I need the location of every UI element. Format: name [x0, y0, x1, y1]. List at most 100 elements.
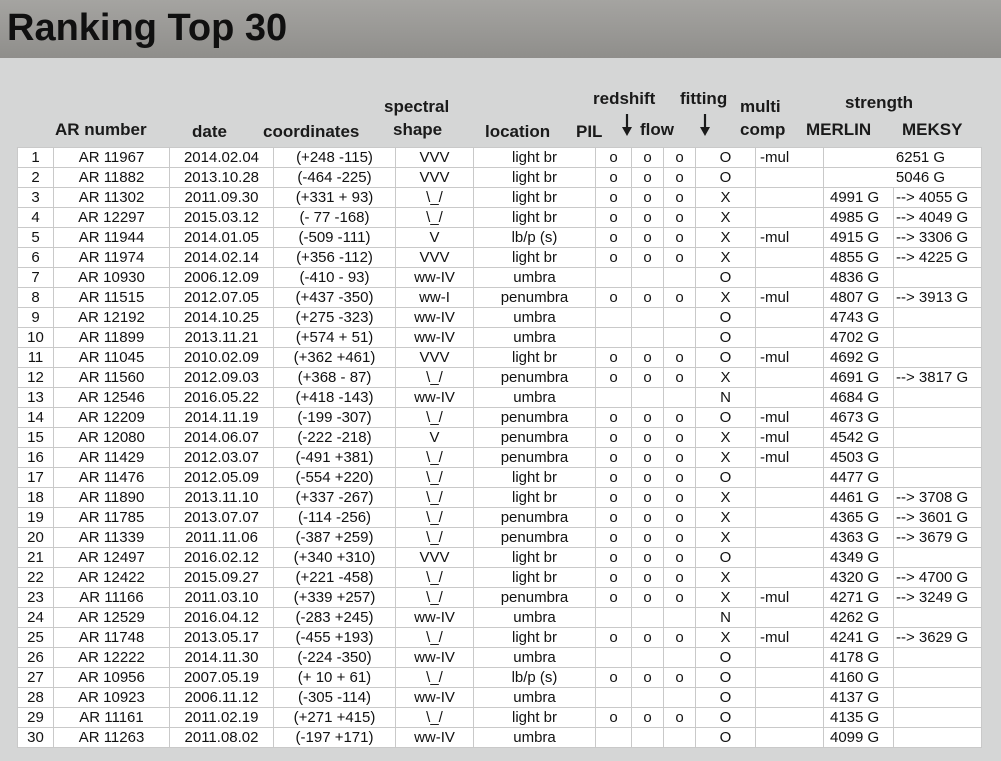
cell-date: 2016.02.12: [169, 547, 274, 568]
cell-location: umbra: [473, 647, 596, 668]
table-row: 1 AR 11967 2014.02.04 (+248 -115) VVV light b…: [17, 147, 982, 168]
header-location: location: [485, 122, 551, 141]
cell-merlin: 4137 G: [823, 687, 894, 708]
cell-meksy: [893, 647, 982, 668]
header-comp: comp: [740, 120, 786, 139]
header-merlin: MERLIN: [806, 120, 872, 139]
cell-spectral-shape: ww-IV: [395, 327, 474, 348]
cell-location: umbra: [473, 607, 596, 628]
cell-fitting: X: [695, 287, 756, 308]
cell-redshift: o: [631, 187, 664, 208]
cell-rank: 28: [17, 687, 54, 708]
cell-pil: [595, 267, 632, 288]
cell-redshift: [631, 307, 664, 328]
table-row: 21 AR 12497 2016.02.12 (+340 +310) VVV light …: [17, 547, 982, 568]
cell-rank: 15: [17, 427, 54, 448]
cell-pil: o: [595, 367, 632, 388]
cell-redshift: o: [631, 287, 664, 308]
cell-redshift: o: [631, 347, 664, 368]
cell-multi-comp: [755, 707, 824, 728]
cell-flow: [663, 687, 696, 708]
cell-multi-comp: [755, 687, 824, 708]
cell-ar-number: AR 12297: [53, 207, 170, 228]
cell-date: 2011.11.06: [169, 527, 274, 548]
cell-multi-comp: [755, 307, 824, 328]
table-row: 4 AR 12297 2015.03.12 (- 77 -168) \_/light b…: [17, 207, 982, 228]
cell-flow: [663, 607, 696, 628]
header-ar-number: AR number: [55, 120, 147, 139]
cell-pil: o: [595, 547, 632, 568]
cell-pil: [595, 607, 632, 628]
cell-fitting: O: [695, 347, 756, 368]
header-shape: shape: [393, 120, 443, 139]
cell-rank: 10: [17, 327, 54, 348]
cell-ar-number: AR 12080: [53, 427, 170, 448]
cell-flow: o: [663, 667, 696, 688]
cell-spectral-shape: \_/: [395, 407, 474, 428]
cell-redshift: o: [631, 367, 664, 388]
cell-multi-comp: -mul: [755, 587, 824, 608]
cell-spectral-shape: \_/: [395, 447, 474, 468]
table-row: 10 AR 11899 2013.11.21 (+574 + 51) ww-IV umbr…: [17, 327, 982, 348]
cell-coordinates: (-224 -350): [273, 647, 396, 668]
cell-location: light br: [473, 187, 596, 208]
cell-spectral-shape: \_/: [395, 527, 474, 548]
cell-ar-number: AR 11161: [53, 707, 170, 728]
cell-redshift: o: [631, 507, 664, 528]
cell-coordinates: (-199 -307): [273, 407, 396, 428]
table-row: 15 AR 12080 2014.06.07 (-222 -218) Vpenumbra…: [17, 427, 982, 448]
table-row: 30 AR 11263 2011.08.02 (-197 +171) ww-IV umbr…: [17, 727, 982, 748]
cell-date: 2006.11.12: [169, 687, 274, 708]
cell-date: 2010.02.09: [169, 347, 274, 368]
cell-location: penumbra: [473, 427, 596, 448]
cell-date: 2012.07.05: [169, 287, 274, 308]
cell-fitting: X: [695, 247, 756, 268]
cell-ar-number: AR 11974: [53, 247, 170, 268]
cell-fitting: X: [695, 207, 756, 228]
cell-redshift: o: [631, 587, 664, 608]
cell-merlin: 4363 G: [823, 527, 894, 548]
cell-redshift: o: [631, 227, 664, 248]
cell-fitting: O: [695, 687, 756, 708]
cell-redshift: o: [631, 407, 664, 428]
cell-redshift: o: [631, 547, 664, 568]
cell-flow: o: [663, 427, 696, 448]
table-row: 2 AR 11882 2013.10.28 (-464 -225) VVV light b…: [17, 167, 982, 188]
cell-ar-number: AR 10930: [53, 267, 170, 288]
cell-ar-number: AR 11748: [53, 627, 170, 648]
cell-rank: 4: [17, 207, 54, 228]
cell-strength: 6251 G: [823, 147, 982, 168]
header-multi: multi: [740, 97, 781, 116]
table-row: 29 AR 11161 2011.02.19 (+271 +415) \_/light …: [17, 707, 982, 728]
cell-spectral-shape: V: [395, 227, 474, 248]
cell-date: 2014.11.30: [169, 647, 274, 668]
cell-location: umbra: [473, 307, 596, 328]
cell-meksy: --> 3679 G: [893, 527, 982, 548]
cell-multi-comp: -mul: [755, 427, 824, 448]
cell-date: 2016.05.22: [169, 387, 274, 408]
cell-ar-number: AR 11560: [53, 367, 170, 388]
cell-location: light br: [473, 487, 596, 508]
cell-merlin: 4365 G: [823, 507, 894, 528]
cell-flow: o: [663, 567, 696, 588]
cell-fitting: O: [695, 707, 756, 728]
cell-merlin: 4099 G: [823, 727, 894, 748]
cell-pil: [595, 307, 632, 328]
cell-location: light br: [473, 207, 596, 228]
cell-coordinates: (+418 -143): [273, 387, 396, 408]
cell-meksy: [893, 707, 982, 728]
cell-fitting: O: [695, 327, 756, 348]
cell-merlin: 4320 G: [823, 567, 894, 588]
cell-pil: o: [595, 227, 632, 248]
cell-date: 2013.07.07: [169, 507, 274, 528]
cell-spectral-shape: \_/: [395, 707, 474, 728]
cell-coordinates: (-222 -218): [273, 427, 396, 448]
cell-redshift: o: [631, 427, 664, 448]
cell-rank: 16: [17, 447, 54, 468]
cell-pil: [595, 687, 632, 708]
cell-multi-comp: [755, 387, 824, 408]
cell-spectral-shape: ww-I: [395, 287, 474, 308]
cell-coordinates: (-197 +171): [273, 727, 396, 748]
cell-pil: o: [595, 247, 632, 268]
cell-date: 2015.03.12: [169, 207, 274, 228]
